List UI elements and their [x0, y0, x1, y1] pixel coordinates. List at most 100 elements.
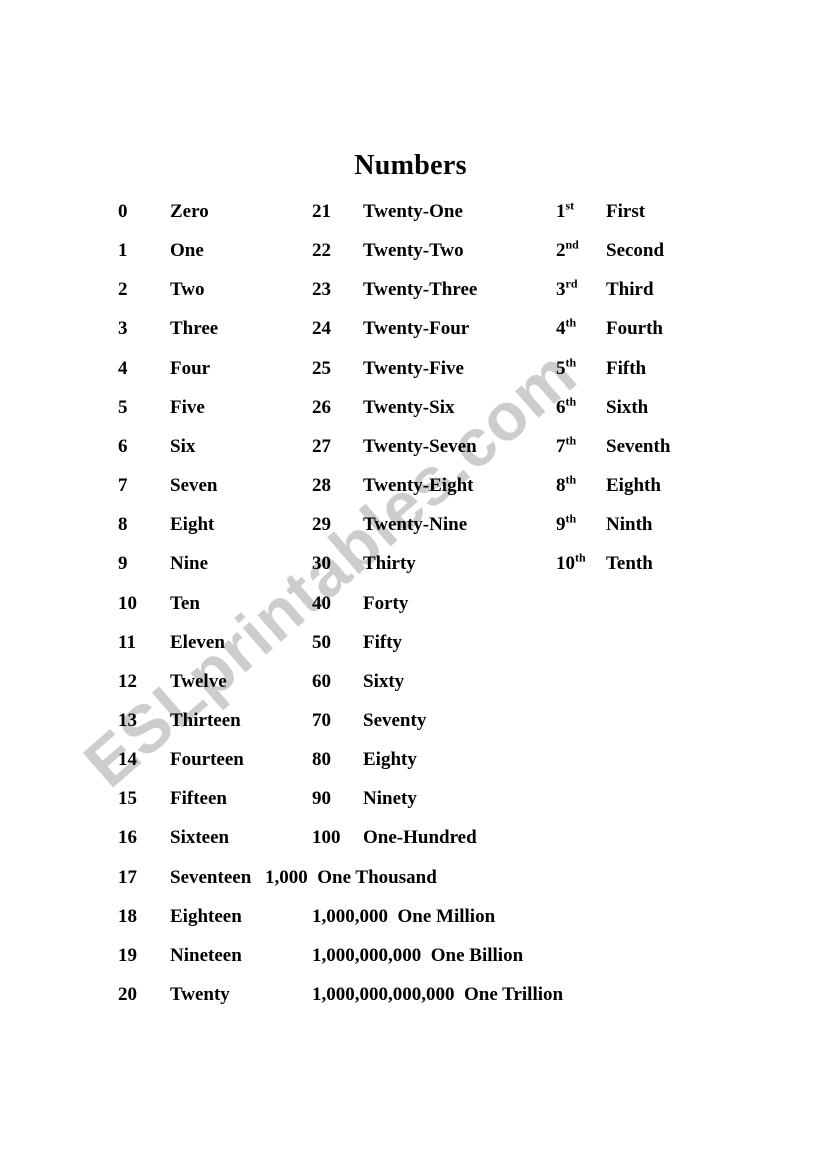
number-word: Sixteen	[170, 827, 230, 849]
number-numeral: 11	[118, 631, 136, 653]
ordinal-digits: 4	[556, 318, 566, 340]
ordinal-suffix: th	[565, 472, 577, 487]
number-numeral: 28	[312, 475, 331, 497]
number-word: Three	[170, 318, 219, 340]
number-word: Twenty-Eight	[363, 475, 474, 497]
ordinal-word: Fourth	[606, 318, 663, 340]
number-word: Twenty-Six	[363, 396, 455, 418]
ordinal-numeral: 9th	[556, 511, 577, 536]
number-word: One	[170, 240, 204, 262]
number-numeral: 70	[312, 709, 331, 731]
large-number-group: 1,000,000,000,000 One Trillion	[312, 984, 563, 1006]
number-word: One Thousand	[317, 866, 437, 888]
number-word: Four	[170, 357, 211, 379]
number-numeral: 9	[118, 553, 128, 575]
number-word: Twenty-One	[363, 201, 463, 222]
ordinal-word: Tenth	[606, 553, 653, 575]
number-word: Seventy	[363, 709, 427, 731]
number-word: Ten	[170, 592, 200, 614]
number-word: Twenty-Three	[363, 279, 478, 301]
number-word: Twelve	[170, 670, 227, 692]
number-word: Ninety	[363, 788, 417, 810]
worksheet-page: ESLprintables.com Numbers 0 Zero 1 One 2 Two 3…	[0, 0, 821, 1169]
number-word: Thirty	[363, 553, 416, 575]
ordinal-numeral: 1st	[556, 200, 574, 223]
number-numeral: 5	[118, 396, 128, 418]
page-title: Numbers	[354, 150, 467, 181]
ordinal-digits: 10	[556, 553, 575, 575]
number-numeral: 3	[118, 318, 128, 340]
ordinal-word: First	[606, 201, 646, 222]
number-numeral: 7	[118, 475, 128, 497]
ordinal-word: Third	[606, 279, 654, 301]
number-word: Fifty	[363, 631, 403, 653]
number-numeral: 40	[312, 592, 331, 614]
number-numeral: 25	[312, 357, 331, 379]
number-numeral: 18	[118, 905, 137, 927]
number-numeral: 14	[118, 749, 137, 771]
ordinal-word: Sixth	[606, 396, 649, 418]
ordinal-word: Eighth	[606, 475, 661, 497]
ordinal-numeral: 6th	[556, 395, 576, 419]
number-numeral: 15	[118, 788, 137, 810]
number-numeral: 1	[118, 240, 128, 262]
number-word: Fifteen	[170, 788, 227, 810]
ordinal-numeral: 5th	[556, 356, 576, 380]
number-numeral: 80	[312, 749, 331, 771]
number-numeral: 21	[312, 201, 331, 222]
number-numeral: 20	[118, 984, 137, 1005]
number-word: Two	[170, 279, 205, 301]
ordinal-digits: 8	[556, 475, 566, 497]
ordinal-numeral: 3rd	[556, 276, 578, 301]
number-numeral: 1,000,000	[312, 905, 388, 927]
number-numeral: 29	[312, 514, 331, 536]
ordinal-digits: 6	[556, 396, 566, 418]
ordinal-digits: 3	[556, 279, 566, 301]
large-number-group: 1,000 One Thousand	[265, 867, 437, 889]
number-numeral: 30	[312, 553, 331, 575]
number-numeral: 2	[118, 279, 128, 301]
number-word: Seventeen	[170, 866, 252, 888]
number-word: Twenty-Two	[363, 240, 464, 262]
number-numeral: 16	[118, 827, 137, 849]
number-numeral: 50	[312, 631, 331, 653]
number-word: Forty	[363, 592, 409, 614]
number-numeral: 26	[312, 396, 331, 418]
number-numeral: 24	[312, 318, 331, 340]
number-word: One Million	[397, 905, 496, 927]
number-numeral: 23	[312, 279, 331, 301]
number-word: Fourteen	[170, 749, 244, 771]
ordinal-numeral: 7th	[556, 433, 577, 458]
number-numeral: 1,000,000,000,000	[312, 984, 455, 1005]
ordinal-suffix: th	[575, 551, 586, 566]
ordinal-word: Fifth	[606, 357, 647, 379]
number-word: Nine	[170, 553, 208, 575]
ordinal-digits: 9	[556, 514, 566, 536]
ordinal-numeral: 10th	[556, 551, 586, 575]
number-numeral: 22	[312, 240, 331, 262]
ordinal-suffix: rd	[565, 276, 578, 291]
ordinal-word: Seventh	[606, 435, 671, 457]
number-numeral: 1,000	[265, 866, 308, 888]
ordinal-digits: 2	[556, 240, 566, 262]
ordinal-suffix: nd	[565, 237, 579, 252]
number-numeral: 17	[118, 866, 137, 888]
ordinal-suffix: th	[565, 433, 577, 448]
ordinal-suffix: th	[565, 511, 577, 526]
worksheet-content: Numbers 0 Zero 1 One 2 Two 3 Three 4 Four 5 Five 6 Si…	[0, 0, 821, 1169]
number-numeral: 10	[118, 592, 137, 614]
number-numeral: 1,000,000,000	[312, 944, 422, 966]
ordinal-numeral: 4th	[556, 317, 576, 340]
ordinal-numeral: 8th	[556, 472, 577, 497]
number-word: Eight	[170, 514, 215, 536]
number-word: Five	[170, 396, 205, 418]
ordinal-numeral: 2nd	[556, 237, 579, 262]
number-numeral: 27	[312, 435, 331, 457]
number-word: Twenty-Nine	[363, 514, 468, 536]
number-numeral: 100	[312, 827, 341, 849]
number-word: Six	[170, 435, 196, 457]
